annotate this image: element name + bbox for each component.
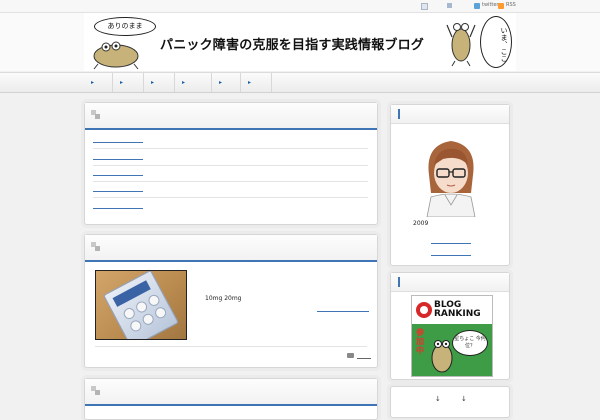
list-divider (93, 197, 368, 198)
next-post-panel (84, 378, 378, 420)
pill-image (128, 318, 144, 334)
profile-year: 2009 (413, 220, 429, 227)
nav-arrow-icon: ▸ (248, 79, 252, 86)
pill-image (153, 305, 168, 321)
speech-bubble-right: いま、ここ (480, 16, 512, 68)
nav-item-2[interactable]: ▸ (113, 73, 144, 92)
list-link-5[interactable] (93, 208, 143, 209)
nav-arrow-icon: ▸ (219, 79, 223, 86)
profile-avatar (426, 141, 476, 217)
ranking-joining-label: 参加中 (416, 328, 424, 355)
pill-image (134, 299, 150, 315)
panel-header-icon (91, 110, 100, 119)
rss-icon[interactable] (498, 3, 504, 9)
twitter-link[interactable]: twitter (482, 2, 499, 8)
panel-header (85, 103, 377, 130)
site-title[interactable]: パニック障害の克服を目指す実践情報ブログ (160, 34, 424, 53)
global-nav: ▸ ▸ ▸ ▸ ▸ ▸ (0, 72, 600, 93)
ranking-ranking-label: RANKING (434, 309, 481, 319)
nav-item-6[interactable]: ▸ (241, 73, 272, 92)
article-divider (95, 346, 367, 347)
top-utility-bar: twitter RSS (0, 0, 600, 13)
nav-arrow-icon: ▸ (120, 79, 124, 86)
read-more-link[interactable] (317, 311, 369, 312)
pill-image (146, 292, 162, 308)
list-link-2[interactable] (93, 159, 143, 160)
profile-link-2[interactable] (431, 255, 471, 256)
pill-image (140, 311, 156, 327)
article-excerpt: 10mg 20mg (205, 295, 242, 302)
blog-ranking-banner[interactable]: BLOG RANKING 参加中 星ちょこ 今何位？ (411, 295, 493, 377)
post-list-panel (84, 102, 378, 225)
ranking-logo-icon (416, 302, 432, 318)
nav-item-4[interactable]: ▸ (175, 73, 212, 92)
ranking-text: BLOG RANKING (434, 301, 481, 319)
folder-icon (347, 353, 354, 358)
panel-header-icon (91, 242, 100, 251)
down-arrow-icon[interactable]: ↓ (461, 395, 467, 403)
nav-arrow-icon: ▸ (151, 79, 155, 86)
profile-link-1[interactable] (431, 243, 471, 244)
nav-item-5[interactable]: ▸ (212, 73, 241, 92)
widget-header (391, 105, 509, 124)
frog-right-icon (446, 23, 476, 67)
category-link[interactable] (357, 358, 371, 359)
frog-left-icon (93, 41, 139, 70)
ranking-bubble: 星ちょこ 今何位？ (452, 330, 488, 356)
article-panel: 10mg 20mg (84, 234, 378, 368)
medicine-pack-image (103, 271, 179, 339)
list-link-1[interactable] (93, 142, 143, 143)
list-divider (93, 165, 368, 166)
list-divider (93, 181, 368, 182)
panel-header-icon (91, 386, 100, 395)
article-thumbnail[interactable] (95, 270, 187, 340)
share-icon[interactable] (447, 3, 452, 8)
twitter-icon[interactable] (474, 3, 480, 9)
widget-header (391, 273, 509, 292)
bookmark-icon[interactable] (421, 3, 428, 10)
nav-arrow-icon: ▸ (182, 79, 186, 86)
list-link-3[interactable] (93, 175, 143, 176)
down-arrow-icon[interactable]: ↓ (435, 395, 441, 403)
list-divider (93, 148, 368, 149)
panel-header (85, 379, 377, 406)
pill-image (121, 306, 137, 321)
panel-header (85, 235, 377, 262)
rss-link[interactable]: RSS (506, 2, 516, 8)
nav-arrow-icon: ▸ (91, 79, 95, 86)
list-link-4[interactable] (93, 191, 143, 192)
nav-item-3[interactable]: ▸ (144, 73, 175, 92)
ranking-widget: BLOG RANKING 参加中 星ちょこ 今何位？ (390, 272, 510, 380)
profile-widget: 2009 (390, 104, 510, 266)
nav-item-1[interactable]: ▸ (84, 73, 113, 92)
sidebar-bottom-widget: ↓ ↓ (390, 386, 510, 418)
